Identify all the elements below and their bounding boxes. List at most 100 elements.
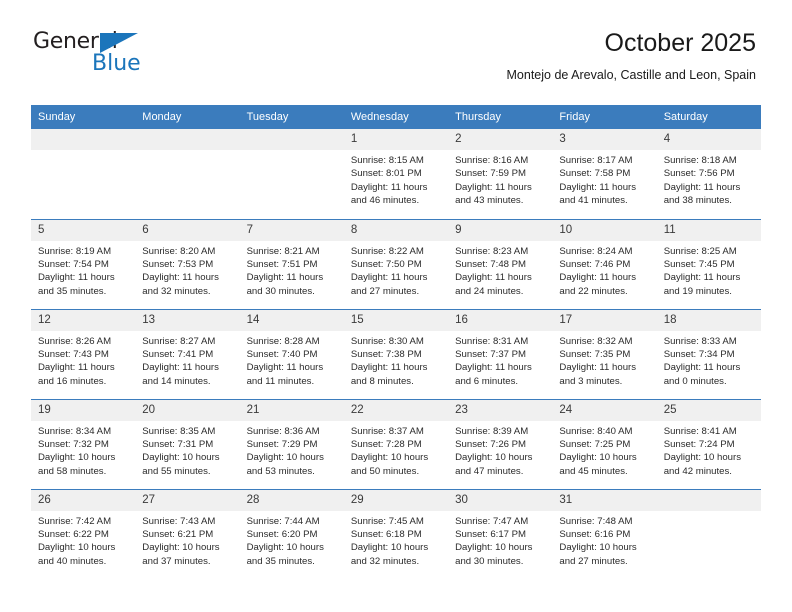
daylight-text-line1: Daylight: 10 hours	[350, 452, 429, 464]
calendar-day-cell[interactable]: 31 Sunrise: 7:48 AM Sunset: 6:16 PM Dayligh…	[552, 488, 657, 579]
day-details: Sunrise: 8:41 AM Sunset: 7:24 PM Daylight:…	[657, 421, 761, 479]
day-details: Sunrise: 8:32 AM Sunset: 7:35 PM Daylight:…	[552, 331, 656, 389]
sunrise-text: Sunrise: 8:22 AM	[350, 245, 424, 257]
daylight-text-line1: Daylight: 11 hours	[559, 362, 637, 374]
daylight-text-line1: Daylight: 10 hours	[246, 452, 324, 464]
daylight-text-line2: and 30 minutes.	[246, 285, 315, 297]
calendar-day-cell[interactable]: 20 Sunrise: 8:35 AM Sunset: 7:31 PM Dayligh…	[135, 398, 240, 489]
sunset-text: Sunset: 7:59 PM	[455, 168, 527, 180]
day-number: 30	[448, 489, 553, 511]
generalblue-logo[interactable]: General Blue	[33, 31, 163, 79]
calendar-week-row: 26 Sunrise: 7:42 AM Sunset: 6:22 PM Dayligh…	[31, 488, 761, 579]
day-number: 28	[239, 489, 344, 511]
daylight-text-line2: and 58 minutes.	[38, 465, 107, 477]
sunset-text: Sunset: 7:50 PM	[350, 258, 422, 270]
day-details: Sunrise: 8:30 AM Sunset: 7:38 PM Daylight:…	[344, 331, 448, 389]
calendar-day-cell[interactable]: 28 Sunrise: 7:44 AM Sunset: 6:20 PM Dayligh…	[239, 488, 344, 579]
day-number: 16	[448, 309, 553, 331]
calendar-day-cell[interactable]: 25 Sunrise: 8:41 AM Sunset: 7:24 PM Dayligh…	[656, 398, 761, 489]
daylight-text-line2: and 38 minutes.	[663, 195, 732, 207]
calendar-day-cell[interactable]: 26 Sunrise: 7:42 AM Sunset: 6:22 PM Dayligh…	[31, 488, 136, 579]
calendar-week-row: 19 Sunrise: 8:34 AM Sunset: 7:32 PM Dayligh…	[31, 398, 761, 489]
weekday-header-thursday: Thursday	[448, 105, 553, 129]
day-number: 31	[552, 489, 657, 511]
calendar-day-cell[interactable]: 7 Sunrise: 8:21 AM Sunset: 7:51 PM Daylight…	[239, 218, 344, 309]
calendar-day-cell[interactable]: 12 Sunrise: 8:26 AM Sunset: 7:43 PM Dayligh…	[31, 308, 136, 399]
calendar-day-cell[interactable]: 19 Sunrise: 8:34 AM Sunset: 7:32 PM Dayligh…	[31, 398, 136, 489]
page-title: October 2025	[604, 29, 757, 57]
sunrise-text: Sunrise: 8:15 AM	[350, 155, 424, 166]
sunset-text: Sunset: 7:26 PM	[455, 438, 527, 450]
calendar-page: General Blue October 2025 Montejo de Are…	[0, 0, 792, 612]
day-number: 6	[135, 219, 240, 241]
calendar-day-cell[interactable]: 11 Sunrise: 8:25 AM Sunset: 7:45 PM Dayligh…	[656, 218, 761, 309]
daylight-text-line1: Daylight: 11 hours	[455, 362, 532, 374]
daylight-text-line1: Daylight: 11 hours	[246, 272, 324, 284]
calendar-day-cell[interactable]: 9 Sunrise: 8:23 AM Sunset: 7:48 PM Daylight…	[448, 218, 553, 309]
calendar-day-cell[interactable]: 17 Sunrise: 8:32 AM Sunset: 7:35 PM Dayligh…	[552, 308, 657, 399]
day-details: Sunrise: 8:34 AM Sunset: 7:32 PM Daylight:…	[31, 421, 135, 479]
calendar-day-cell[interactable]: 14 Sunrise: 8:28 AM Sunset: 7:40 PM Dayligh…	[239, 308, 344, 399]
calendar-day-cell[interactable]: 16 Sunrise: 8:31 AM Sunset: 7:37 PM Dayligh…	[448, 308, 553, 399]
calendar-day-cell[interactable]: 8 Sunrise: 8:22 AM Sunset: 7:50 PM Daylight…	[343, 218, 449, 309]
sunset-text: Sunset: 7:29 PM	[246, 438, 318, 450]
calendar-day-cell[interactable]: 30 Sunrise: 7:47 AM Sunset: 6:17 PM Dayligh…	[448, 488, 553, 579]
daylight-text-line1: Daylight: 10 hours	[38, 542, 116, 554]
calendar-day-cell[interactable]: 21 Sunrise: 8:36 AM Sunset: 7:29 PM Dayligh…	[239, 398, 344, 489]
sunrise-text: Sunrise: 8:23 AM	[455, 245, 529, 257]
day-number: 2	[448, 129, 553, 150]
sunset-text: Sunset: 7:54 PM	[38, 258, 109, 270]
calendar-day-cell[interactable]: 15 Sunrise: 8:30 AM Sunset: 7:38 PM Dayligh…	[343, 308, 449, 399]
sunrise-text: Sunrise: 8:31 AM	[455, 335, 529, 347]
calendar-day-cell[interactable]: 13 Sunrise: 8:27 AM Sunset: 7:41 PM Dayligh…	[135, 308, 240, 399]
sunset-text: Sunset: 7:51 PM	[246, 258, 318, 270]
calendar-day-cell[interactable]: 22 Sunrise: 8:37 AM Sunset: 7:28 PM Dayligh…	[343, 398, 449, 489]
day-details: Sunrise: 8:35 AM Sunset: 7:31 PM Daylight:…	[135, 421, 239, 479]
daylight-text-line1: Daylight: 10 hours	[455, 452, 533, 464]
sunrise-text: Sunrise: 8:32 AM	[559, 335, 633, 347]
calendar-day-cell[interactable]: 23 Sunrise: 8:39 AM Sunset: 7:26 PM Dayligh…	[448, 398, 553, 489]
calendar-day-cell-empty	[31, 129, 136, 219]
calendar-header-row: Sunday Monday Tuesday Wednesday Thursday…	[31, 105, 761, 129]
day-details: Sunrise: 8:22 AM Sunset: 7:50 PM Daylight:…	[344, 241, 448, 299]
calendar-body: 1 Sunrise: 8:15 AM Sunset: 8:01 PM Daylight…	[31, 129, 761, 579]
calendar-day-cell[interactable]: 18 Sunrise: 8:33 AM Sunset: 7:34 PM Dayligh…	[656, 308, 761, 399]
daylight-text-line1: Daylight: 10 hours	[663, 452, 742, 464]
weekday-header-tuesday: Tuesday	[239, 105, 344, 129]
daylight-text-line2: and 32 minutes.	[350, 555, 420, 567]
calendar-day-cell[interactable]: 5 Sunrise: 8:19 AM Sunset: 7:54 PM Daylight…	[31, 218, 136, 309]
daylight-text-line2: and 40 minutes.	[38, 555, 107, 567]
sunset-text: Sunset: 6:20 PM	[246, 528, 318, 540]
calendar-day-cell[interactable]: 29 Sunrise: 7:45 AM Sunset: 6:18 PM Dayligh…	[343, 488, 449, 579]
day-details: Sunrise: 8:19 AM Sunset: 7:54 PM Daylight:…	[31, 241, 135, 299]
calendar-day-cell[interactable]: 3 Sunrise: 8:17 AM Sunset: 7:58 PM Daylight…	[552, 129, 657, 219]
calendar-day-cell[interactable]: 6 Sunrise: 8:20 AM Sunset: 7:53 PM Daylight…	[135, 218, 240, 309]
calendar-day-cell[interactable]: 10 Sunrise: 8:24 AM Sunset: 7:46 PM Dayligh…	[552, 218, 657, 309]
sunset-text: Sunset: 7:38 PM	[350, 348, 422, 360]
calendar-day-cell[interactable]: 27 Sunrise: 7:43 AM Sunset: 6:21 PM Dayligh…	[135, 488, 240, 579]
day-number: 3	[552, 129, 657, 150]
sunrise-text: Sunrise: 8:30 AM	[350, 335, 424, 347]
calendar-day-cell-empty	[656, 488, 761, 579]
sunrise-text: Sunrise: 8:25 AM	[663, 245, 737, 257]
daylight-text-line1: Daylight: 10 hours	[455, 542, 533, 554]
sunrise-text: Sunrise: 8:17 AM	[559, 155, 633, 166]
sunset-text: Sunset: 7:28 PM	[350, 438, 422, 450]
day-number: 10	[552, 219, 657, 241]
calendar-day-cell[interactable]: 1 Sunrise: 8:15 AM Sunset: 8:01 PM Daylight…	[343, 129, 449, 219]
calendar-day-cell[interactable]: 4 Sunrise: 8:18 AM Sunset: 7:56 PM Daylight…	[656, 129, 761, 219]
daylight-text-line2: and 3 minutes.	[559, 375, 623, 387]
day-details: Sunrise: 8:26 AM Sunset: 7:43 PM Daylight:…	[31, 331, 135, 389]
daylight-text-line2: and 45 minutes.	[559, 465, 628, 477]
sunset-text: Sunset: 6:16 PM	[559, 528, 631, 540]
calendar-day-cell[interactable]: 2 Sunrise: 8:16 AM Sunset: 7:59 PM Daylight…	[448, 129, 553, 219]
daylight-text-line2: and 0 minutes.	[663, 375, 727, 387]
sunset-text: Sunset: 7:58 PM	[559, 168, 631, 180]
sunrise-text: Sunrise: 8:20 AM	[142, 245, 216, 257]
day-details: Sunrise: 7:43 AM Sunset: 6:21 PM Daylight:…	[135, 511, 239, 569]
daylight-text-line1: Daylight: 11 hours	[559, 272, 637, 284]
calendar-day-cell[interactable]: 24 Sunrise: 8:40 AM Sunset: 7:25 PM Dayligh…	[552, 398, 657, 489]
daylight-text-line1: Daylight: 10 hours	[142, 452, 220, 464]
calendar-day-cell-empty	[239, 129, 344, 219]
day-number: 7	[239, 219, 344, 241]
